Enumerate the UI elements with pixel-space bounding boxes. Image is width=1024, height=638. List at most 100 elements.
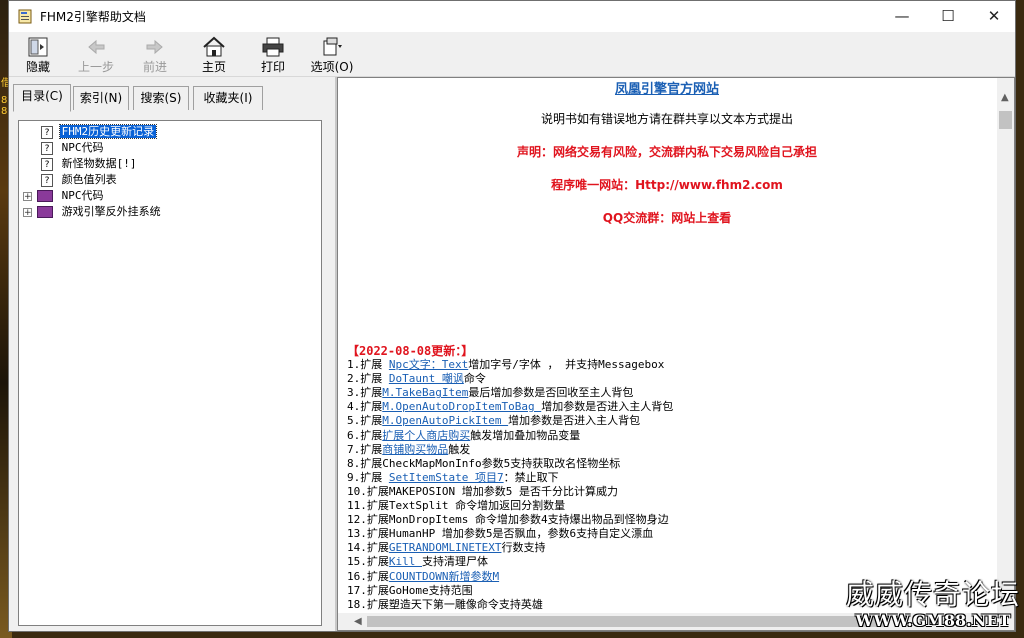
official-website-link[interactable]: 凤凰引擎官方网站 [338, 78, 996, 97]
window-title: FHM2引擎帮助文档 [40, 10, 146, 24]
update-link[interactable]: Npc文字：Text [389, 358, 468, 371]
update-link[interactable]: M.OpenAutoDropItemToBag [382, 400, 541, 413]
tab-favorites[interactable]: 收藏夹(I) [193, 86, 263, 110]
home-label: 主页 [201, 60, 226, 74]
watermark-title: 威威传奇论坛 [845, 578, 1020, 611]
update-text: 4.扩展 [347, 400, 383, 414]
options-label: 选项(O) [310, 60, 354, 74]
minimize-button[interactable]: — [879, 1, 925, 32]
horizontal-scroll-thumb[interactable] [367, 616, 887, 627]
tab-index[interactable]: 索引(N) [73, 86, 129, 110]
tree-item-label: 颜色值列表 [61, 173, 117, 186]
update-text: 增加字号/字体 ， 并支持Messagebox [468, 358, 665, 372]
update-text: 触发增加叠加物品变量 [470, 428, 581, 442]
update-text: 3.扩展 [347, 386, 383, 400]
vertical-scrollbar[interactable]: ▲ [997, 78, 1014, 613]
topic-content: 凤凰引擎官方网站 说明书如有错误地方请在群共享以文本方式提出 声明：网络交易有风… [337, 77, 1015, 631]
scroll-left-icon[interactable]: ◀ [354, 616, 362, 627]
update-link[interactable]: COUNTDOWN新增参数M [389, 570, 499, 583]
tree-item-label: FHM2历史更新记录 [58, 124, 158, 139]
maximize-button[interactable]: ☐ [925, 1, 971, 32]
update-line: 13.扩展HumanHP 增加参数5是否飘血，参数6支持自定义漂血 [347, 527, 987, 541]
update-text: 18.扩展塑造天下第一雕像命令支持英雄 [347, 597, 543, 611]
update-date-heading: 【2022-08-08更新：】 [347, 344, 474, 358]
update-text: 增加参数是否进入主人背包 [541, 400, 674, 414]
update-link[interactable]: 扩展个人商店购买 [382, 429, 470, 442]
home-button[interactable]: 主页 [187, 34, 241, 74]
update-text: 行数支持 [501, 541, 546, 555]
hide-button[interactable]: 隐藏 [11, 34, 65, 74]
update-text: 14.扩展 [347, 541, 389, 555]
options-button[interactable]: 选项(O) [305, 34, 359, 74]
close-button[interactable]: ✕ [971, 1, 1017, 32]
toolbar: 隐藏 上一步 前进 主页 打印 选项(O) [9, 32, 1015, 77]
update-link[interactable]: M.OpenAutoPickItem [382, 414, 508, 427]
update-line: 7.扩展商铺购买物品触发 [347, 443, 987, 457]
update-list: 1.扩展 Npc文字：Text增加字号/字体 ， 并支持Messagebox 2.… [347, 358, 987, 612]
update-line: 9.扩展 SetItemState 项目7：禁止取下 [347, 471, 987, 485]
tree-item-npc-code[interactable]: ? NPC代码 [41, 140, 106, 156]
update-link[interactable]: GETRANDOMLINETEXT [389, 541, 502, 554]
expand-icon[interactable]: + [23, 192, 32, 202]
update-line: 6.扩展扩展个人商店购买触发增加叠加物品变量 [347, 429, 987, 443]
update-link[interactable]: SetItemState 项目7 [389, 471, 504, 484]
update-text: 16.扩展 [347, 569, 389, 583]
tree-item-label: 新怪物数据[!] [61, 157, 137, 170]
update-log: 【2022-08-08更新：】 1.扩展 Npc文字：Text增加字号/字体 ，… [347, 344, 987, 612]
tree-item-anti-cheat-book[interactable]: 游戏引擎反外挂系统 [37, 204, 163, 220]
update-link[interactable]: 商铺购买物品 [382, 443, 448, 456]
tab-search[interactable]: 搜索(S) [133, 86, 189, 110]
vertical-scroll-thumb[interactable] [999, 111, 1012, 129]
background-glyph: 8 [1, 106, 8, 117]
update-text: 增加参数是否进入主人背包 [508, 414, 641, 428]
update-line: 10.扩展MAKEPOSION 增加参数5 是否千分比计算威力 [347, 485, 987, 499]
home-icon [203, 36, 225, 57]
tree-item-label: 游戏引擎反外挂系统 [61, 205, 161, 218]
update-line: 1.扩展 Npc文字：Text增加字号/字体 ， 并支持Messagebox [347, 358, 987, 372]
update-text: ：禁止取下 [503, 470, 559, 484]
update-text: 12.扩展MonDropItems 命令增加参数4支持爆出物品到怪物身边 [347, 513, 669, 527]
forward-label: 前进 [142, 60, 167, 74]
tree-item-color-values[interactable]: ? 颜色值列表 [41, 172, 119, 188]
update-text: 触发 [448, 442, 471, 456]
update-line: 14.扩展GETRANDOMLINETEXT行数支持 [347, 541, 987, 555]
qq-group-text: QQ交流群：网站上查看 [602, 211, 732, 225]
tree-item-label: NPC代码 [61, 141, 104, 154]
update-text: 命令 [463, 372, 486, 386]
update-text: 8.扩展CheckMapMonInfo参数5支持获取改名怪物坐标 [347, 456, 621, 470]
update-line: 4.扩展M.OpenAutoDropItemToBag 增加参数是否进入主人背包 [347, 400, 987, 414]
update-text: 2.扩展 [347, 372, 389, 386]
forum-watermark: 威威传奇论坛 WWW.GM88.NET [844, 578, 1022, 636]
help-window: FHM2引擎帮助文档 — ☐ ✕ 隐藏 上一步 前进 主页 打印 选项(O) 目… [8, 0, 1016, 632]
back-arrow-icon [88, 39, 105, 55]
update-link[interactable]: DoTaunt 嘲讽 [389, 372, 464, 385]
help-book-icon [18, 9, 32, 24]
hide-icon [28, 37, 48, 57]
tree-item-npc-code-book[interactable]: NPC代码 [37, 188, 106, 204]
expand-icon[interactable]: + [23, 208, 32, 218]
update-line: 12.扩展MonDropItems 命令增加参数4支持爆出物品到怪物身边 [347, 513, 987, 527]
update-link[interactable]: Kill [389, 555, 422, 568]
update-text: 5.扩展 [347, 414, 383, 428]
scroll-up-icon[interactable]: ▲ [1001, 92, 1009, 103]
forward-button[interactable]: 前进 [128, 34, 182, 74]
title-bar[interactable]: FHM2引擎帮助文档 — ☐ ✕ [9, 1, 1015, 32]
update-text: 支持清理尸体 [422, 555, 488, 569]
contents-tree: ? FHM2历史更新记录 ? NPC代码 ? 新怪物数据[!] ? 颜色值列表 … [18, 120, 322, 626]
back-button[interactable]: 上一步 [69, 34, 123, 74]
book-icon [37, 190, 53, 202]
update-text: 17.扩展GoHome支持范围 [347, 583, 473, 597]
update-line: 11.扩展TextSplit 命令增加返回分割数量 [347, 499, 987, 513]
back-label: 上一步 [77, 60, 114, 74]
tree-item-history[interactable]: ? FHM2历史更新记录 [41, 124, 158, 140]
update-link[interactable]: M.TakeBagItem [382, 386, 468, 399]
help-page-icon: ? [41, 173, 53, 187]
close-icon: ✕ [987, 7, 1001, 25]
print-button[interactable]: 打印 [246, 34, 300, 74]
book-icon [37, 206, 53, 218]
update-text: 最后增加参数是否回收至主人背包 [468, 386, 634, 400]
update-text: 13.扩展HumanHP 增加参数5是否飘血，参数6支持自定义漂血 [347, 527, 654, 541]
tab-contents[interactable]: 目录(C) [13, 84, 71, 112]
tree-item-monster-data[interactable]: ? 新怪物数据[!] [41, 156, 139, 172]
update-line: 15.扩展Kill 支持清理尸体 [347, 555, 987, 569]
